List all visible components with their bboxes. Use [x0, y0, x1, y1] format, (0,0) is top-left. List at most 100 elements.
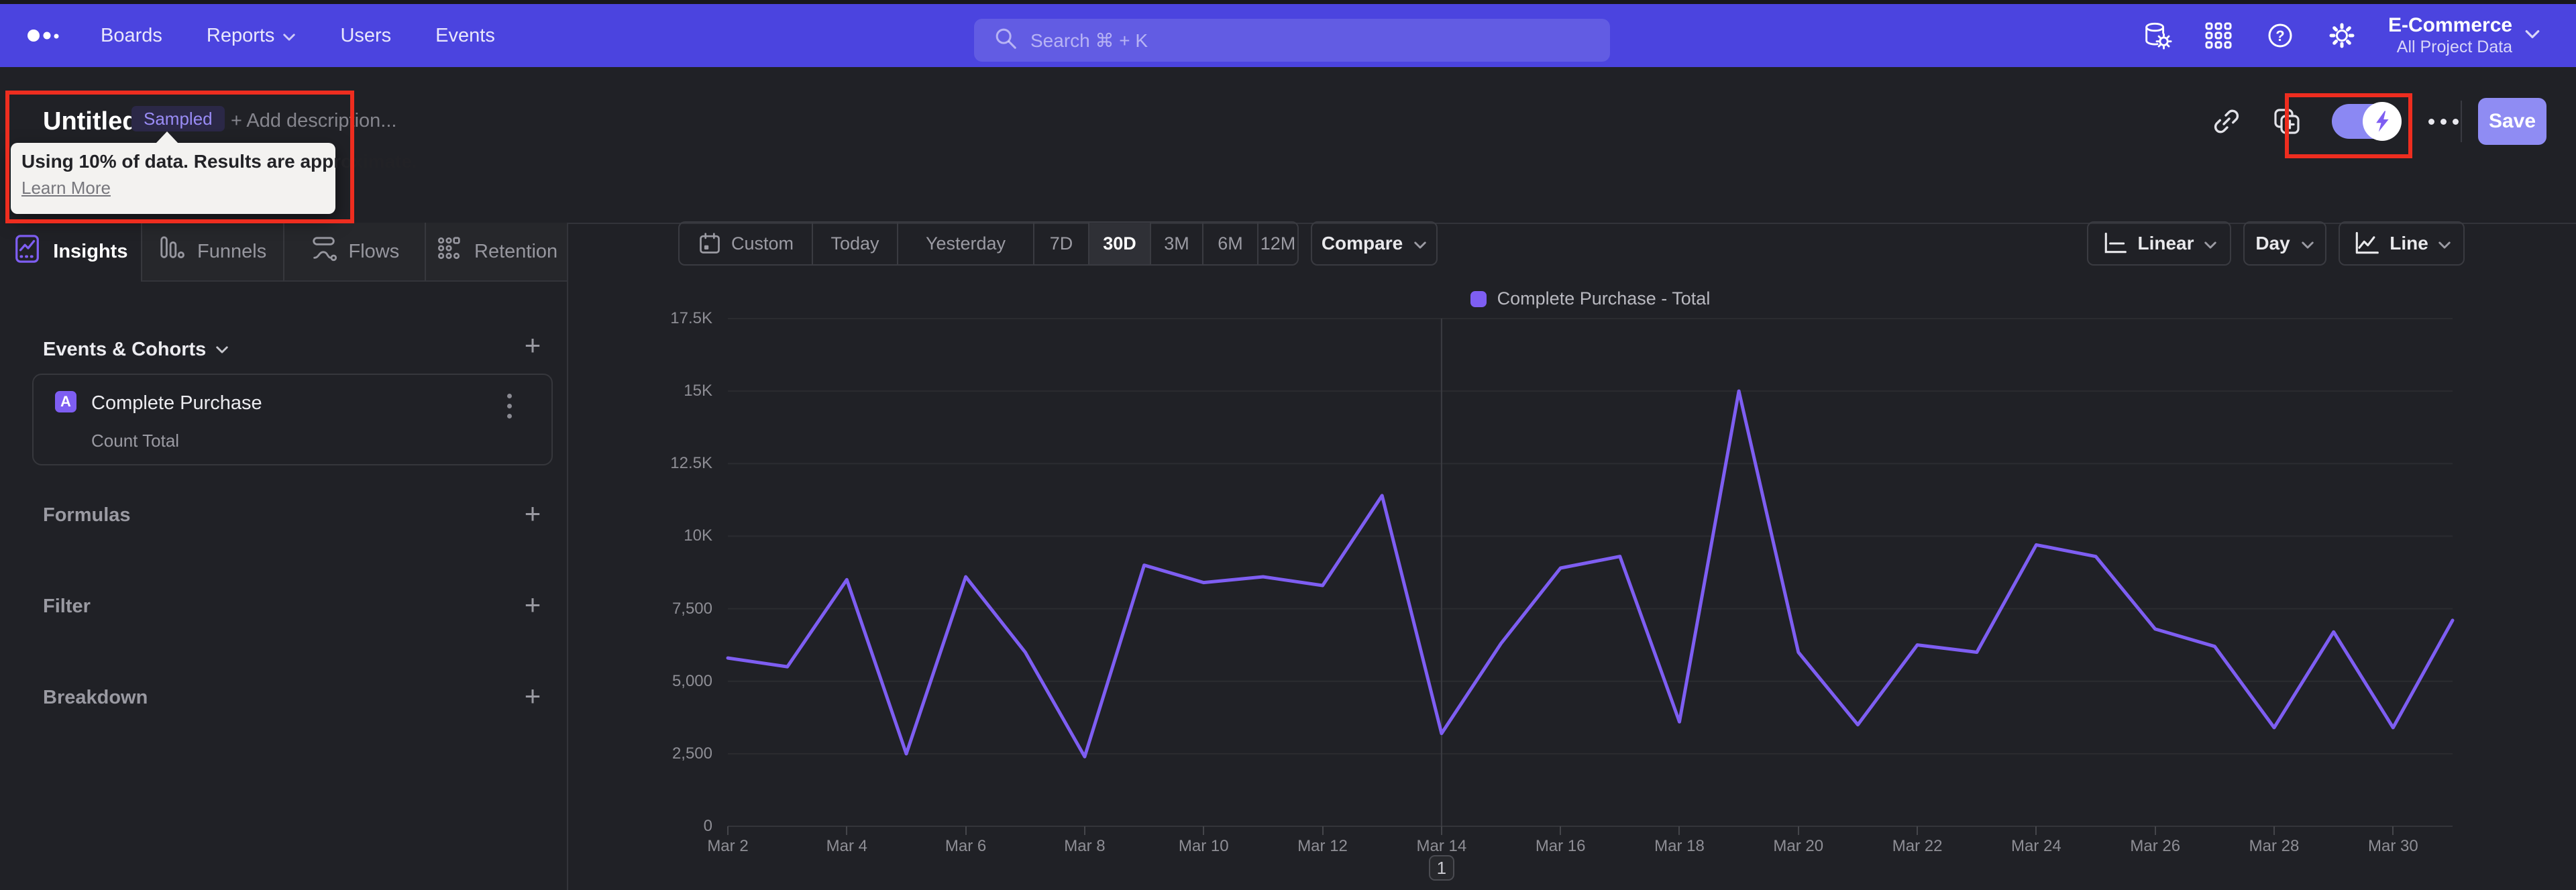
tab-funnels[interactable]: Funnels	[140, 223, 283, 282]
chevron-down-icon	[216, 346, 229, 353]
x-axis-label: Mar 28	[2249, 837, 2300, 855]
tab-flows[interactable]: Flows	[282, 223, 425, 282]
x-axis-label: Mar 26	[2130, 837, 2181, 855]
interval-dropdown[interactable]: Day	[2243, 221, 2326, 266]
add-to-board-icon[interactable]	[2271, 106, 2302, 137]
more-options-icon[interactable]	[2428, 118, 2459, 125]
nav-item-boards[interactable]: Boards	[101, 25, 162, 47]
x-axis-tick	[1083, 826, 1085, 835]
x-axis-label: Mar 16	[1535, 837, 1586, 855]
calendar-icon	[700, 233, 720, 254]
apps-grid-icon[interactable]	[2203, 20, 2234, 51]
event-name[interactable]: Complete Purchase	[91, 392, 262, 414]
add-filter-button[interactable]: +	[518, 590, 547, 620]
x-axis-label: Mar 8	[1064, 837, 1106, 855]
report-type-tabs: Insights Funnels Flows Retention	[0, 223, 567, 282]
x-axis-label: Mar 10	[1178, 837, 1229, 855]
chart-type-dropdown[interactable]: Line	[2339, 221, 2465, 266]
compare-dropdown[interactable]: Compare	[1311, 221, 1438, 266]
x-axis-label: Mar 22	[1892, 837, 1943, 855]
flows-icon	[310, 235, 338, 268]
range-7d[interactable]: 7D	[1033, 223, 1088, 264]
sampling-tooltip: Using 10% of data. Results are approxima…	[11, 143, 417, 214]
range-12m[interactable]: 12M	[1257, 223, 1297, 264]
date-range-selector: Custom Today Yesterday 7D 30D 3M 6M 12M	[678, 221, 1299, 266]
learn-more-link[interactable]: Learn More	[21, 178, 111, 199]
top-nav-items: Boards Reports Users Events	[101, 4, 495, 67]
y-axis-label: 5,000	[672, 671, 712, 690]
section-label-filter: Filter	[43, 596, 91, 617]
lightning-bolt-icon	[2376, 111, 2389, 132]
x-axis-tick	[1797, 826, 1799, 835]
report-title[interactable]: Untitled	[43, 107, 138, 136]
help-icon[interactable]: ?	[2265, 20, 2296, 51]
y-axis-label: 17.5K	[670, 309, 712, 327]
range-6m[interactable]: 6M	[1202, 223, 1257, 264]
toggle-knob	[2363, 102, 2402, 141]
x-axis-tick	[1322, 826, 1324, 835]
events-cohorts-header[interactable]: Events & Cohorts	[43, 339, 229, 361]
legend-swatch	[1470, 290, 1487, 307]
retention-icon	[435, 235, 464, 268]
x-axis-tick	[965, 826, 967, 835]
event-metric[interactable]: Count Total	[91, 431, 179, 451]
search-placeholder: Search ⌘ + K	[1030, 30, 1148, 51]
copy-link-icon[interactable]	[2211, 106, 2242, 137]
event-card[interactable]: A Complete Purchase Count Total	[32, 374, 553, 465]
x-axis-tick	[1203, 826, 1205, 835]
range-3m[interactable]: 3M	[1150, 223, 1202, 264]
mixpanel-logo-icon[interactable]	[25, 4, 66, 67]
insights-icon	[13, 234, 42, 269]
nav-item-events[interactable]: Events	[435, 25, 495, 47]
search-input[interactable]: Search ⌘ + K	[974, 19, 1610, 62]
tooltip-text: Using 10% of data. Results are approxima…	[21, 151, 417, 172]
sampling-toggle[interactable]	[2332, 102, 2402, 141]
svg-text:?: ?	[2275, 27, 2284, 44]
x-axis-tick	[846, 826, 848, 835]
nav-item-users[interactable]: Users	[340, 25, 391, 47]
add-event-button[interactable]: +	[518, 331, 547, 360]
x-axis-tick	[1917, 826, 1919, 835]
top-navigation-bar: Boards Reports Users Events Search ⌘ + K	[0, 4, 2576, 67]
save-button[interactable]: Save	[2478, 98, 2546, 145]
x-axis-label: Mar 6	[945, 837, 987, 855]
x-axis-tick	[2273, 826, 2275, 835]
x-axis-tick	[1560, 826, 1562, 835]
line-chart-icon	[2355, 231, 2379, 254]
linear-axis-icon	[2105, 232, 2127, 254]
data-management-icon[interactable]	[2141, 20, 2172, 51]
chart-legend[interactable]: Complete Purchase - Total	[728, 288, 2453, 309]
chevron-down-icon	[282, 25, 296, 47]
x-axis-label: Mar 24	[2011, 837, 2061, 855]
add-description-field[interactable]: + Add description...	[231, 110, 396, 132]
y-axis-label: 12.5K	[670, 454, 712, 473]
series-line[interactable]	[726, 389, 2455, 759]
header-divider	[2461, 101, 2462, 142]
event-options-icon[interactable]	[503, 390, 516, 423]
tab-retention[interactable]: Retention	[425, 223, 567, 282]
add-breakdown-button[interactable]: +	[518, 681, 547, 711]
search-icon	[993, 25, 1018, 56]
section-label-breakdown: Breakdown	[43, 687, 148, 708]
range-custom[interactable]: Custom	[680, 223, 812, 264]
nav-item-reports[interactable]: Reports	[207, 25, 297, 47]
sidebar-divider	[567, 223, 568, 890]
x-axis-label: Mar 20	[1773, 837, 1824, 855]
annotation-badge[interactable]: 1	[1428, 855, 1454, 881]
chevron-down-icon	[2204, 233, 2217, 254]
settings-gear-icon[interactable]	[2326, 20, 2357, 51]
series-letter-badge: A	[55, 391, 76, 412]
line-chart-plot[interactable]	[726, 318, 2455, 827]
range-yesterday[interactable]: Yesterday	[897, 223, 1033, 264]
y-axis-label: 10K	[684, 526, 712, 545]
project-selector[interactable]: E-Commerce All Project Data	[2388, 4, 2540, 67]
tab-insights[interactable]: Insights	[0, 223, 141, 282]
range-today[interactable]: Today	[812, 223, 897, 264]
project-scope: All Project Data	[2396, 38, 2513, 56]
funnels-icon	[158, 235, 186, 268]
sampled-badge[interactable]: Sampled	[131, 106, 225, 131]
x-axis-label: Mar 2	[707, 837, 749, 855]
range-30d[interactable]: 30D	[1088, 223, 1150, 264]
add-formulas-button[interactable]: +	[518, 499, 547, 529]
scale-dropdown[interactable]: Linear	[2087, 221, 2231, 266]
